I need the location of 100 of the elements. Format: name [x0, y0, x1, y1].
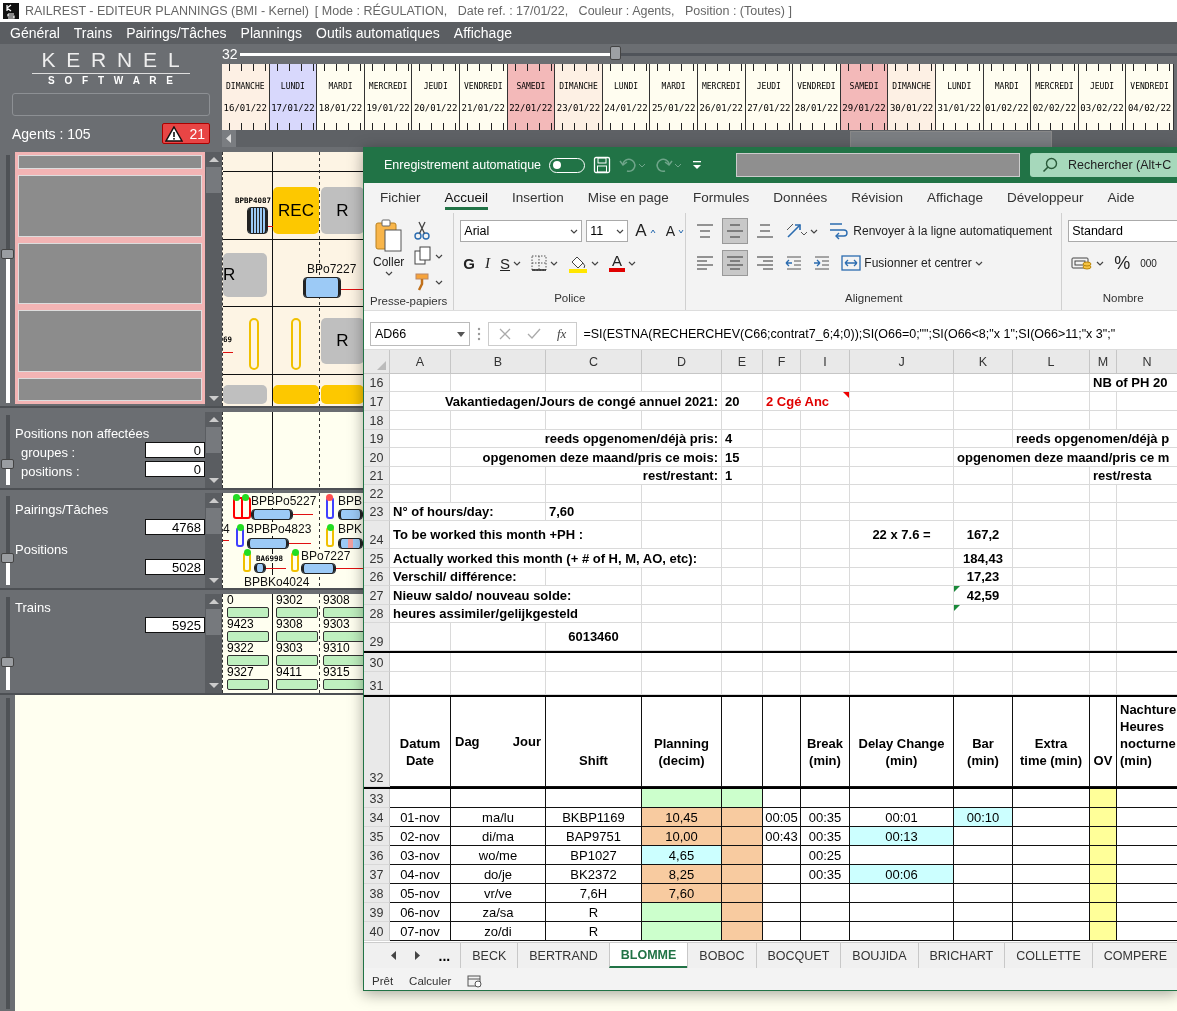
- column-header[interactable]: A: [390, 350, 451, 374]
- ribbon-tab[interactable]: Données: [761, 183, 840, 213]
- day-header[interactable]: VENDREDI 28/01/22: [793, 64, 841, 130]
- number-field[interactable]: 4768: [145, 519, 205, 535]
- row-number[interactable]: 39: [364, 903, 390, 922]
- sheet-tab[interactable]: BLOMME: [608, 943, 688, 968]
- ribbon-tab[interactable]: Fichier: [368, 183, 433, 213]
- number-field[interactable]: 5028: [145, 559, 205, 575]
- row-number[interactable]: 34: [364, 808, 390, 827]
- row-number[interactable]: 17: [364, 392, 390, 411]
- ribbon-tab[interactable]: Accueil: [432, 183, 501, 213]
- font-color-button[interactable]: A: [606, 250, 640, 276]
- name-box[interactable]: AD66: [370, 322, 470, 346]
- column-header[interactable]: J: [850, 350, 954, 374]
- formula-text[interactable]: =SI(ESTNA(RECHERCHEV(C66;contrat7_6;4;0));SI(O66=0;"";SI(O66<8;"x 1";SI(O66>11;"x 3";": [583, 327, 1116, 341]
- bold-button[interactable]: G: [460, 250, 478, 276]
- row-number[interactable]: 24: [364, 521, 390, 549]
- day-header[interactable]: MERCREDI 02/02/22: [1031, 64, 1079, 130]
- shift-block[interactable]: REC: [273, 187, 319, 234]
- font-field[interactable]: Arial: [460, 220, 583, 242]
- ribbon-tab[interactable]: Aide: [1095, 183, 1147, 213]
- wrap-text-button[interactable]: Renvoyer à la ligne automatiquement: [825, 218, 1056, 244]
- alert-button[interactable]: 21: [162, 123, 210, 144]
- row-number[interactable]: 32: [364, 697, 390, 787]
- day-header[interactable]: JEUDI 03/02/22: [1078, 64, 1127, 130]
- underline-button[interactable]: S: [497, 250, 525, 276]
- row-number[interactable]: 19: [364, 430, 390, 448]
- number-field[interactable]: 5925: [145, 617, 205, 633]
- menu-item[interactable]: Affichage: [446, 25, 519, 41]
- number-field[interactable]: 0: [145, 442, 205, 458]
- ribbon-tab[interactable]: Formules: [680, 183, 762, 213]
- row-number[interactable]: 27: [364, 586, 390, 605]
- ribbon-tab[interactable]: Affichage: [915, 183, 996, 213]
- row-number[interactable]: 16: [364, 374, 390, 392]
- row-number[interactable]: 25: [364, 549, 390, 568]
- day-header[interactable]: JEUDI 20/01/22: [412, 64, 460, 130]
- day-header[interactable]: LUNDI 31/01/22: [935, 64, 984, 130]
- column-header[interactable]: K: [954, 350, 1013, 374]
- rest-block[interactable]: R: [321, 318, 364, 364]
- day-header[interactable]: MERCREDI 26/01/22: [697, 64, 746, 130]
- more-sheets-button[interactable]: ...: [428, 943, 461, 968]
- search-field[interactable]: Rechercher (Alt+C: [1030, 153, 1177, 177]
- italic-button[interactable]: I: [482, 250, 493, 276]
- ribbon-tab[interactable]: Mise en page: [575, 183, 681, 213]
- merge-center-button[interactable]: Fusionner et centrer: [838, 250, 986, 276]
- menu-item[interactable]: Général: [3, 25, 67, 41]
- number-format-field[interactable]: Standard: [1068, 220, 1177, 242]
- column-header[interactable]: N: [1117, 350, 1177, 374]
- row-number[interactable]: 31: [364, 672, 390, 695]
- day-header[interactable]: DIMANCHE 16/01/22: [222, 64, 270, 130]
- row-number[interactable]: 26: [364, 568, 390, 586]
- day-header[interactable]: MERCREDI 19/01/22: [364, 64, 413, 130]
- column-header[interactable]: B: [451, 350, 546, 374]
- day-header[interactable]: LUNDI 17/01/22: [269, 64, 318, 130]
- column-header[interactable]: I: [801, 350, 850, 374]
- ribbon-tab[interactable]: Développeur: [995, 183, 1096, 213]
- rest-block[interactable]: R: [223, 253, 267, 297]
- column-header[interactable]: L: [1013, 350, 1090, 374]
- row-number[interactable]: 35: [364, 827, 390, 846]
- row-number[interactable]: 28: [364, 605, 390, 623]
- row-number[interactable]: 33: [364, 789, 390, 808]
- shrink-font-button[interactable]: A: [662, 218, 688, 244]
- number-field[interactable]: 0: [145, 461, 205, 477]
- column-header[interactable]: M: [1090, 350, 1117, 374]
- day-header[interactable]: DIMANCHE 23/01/22: [555, 64, 603, 130]
- menu-item[interactable]: Plannings: [233, 25, 310, 41]
- insert-function-button[interactable]: fx: [557, 326, 567, 342]
- day-header[interactable]: SAMEDI 22/01/22: [507, 64, 556, 130]
- row-number[interactable]: 36: [364, 846, 390, 865]
- rest-block[interactable]: R: [321, 187, 364, 234]
- row-number[interactable]: 29: [364, 623, 390, 651]
- column-header[interactable]: F: [763, 350, 801, 374]
- row-number[interactable]: 37: [364, 865, 390, 884]
- day-header[interactable]: MARDI 25/01/22: [650, 64, 698, 130]
- ribbon-tab[interactable]: Insertion: [500, 183, 576, 213]
- grow-font-button[interactable]: A: [632, 218, 659, 244]
- menu-item[interactable]: Trains: [66, 25, 120, 41]
- row-number[interactable]: 38: [364, 884, 390, 903]
- day-header[interactable]: MARDI 01/02/22: [983, 64, 1032, 130]
- day-header[interactable]: VENDREDI 04/02/22: [1126, 64, 1174, 130]
- row-number[interactable]: 40: [364, 922, 390, 941]
- day-header[interactable]: JEUDI 27/01/22: [745, 64, 794, 130]
- row-number[interactable]: 20: [364, 448, 390, 467]
- ribbon-tab[interactable]: Révision: [839, 183, 915, 213]
- row-number[interactable]: 18: [364, 411, 390, 430]
- menu-item[interactable]: Outils automatiques: [309, 25, 447, 41]
- day-header[interactable]: MARDI 18/01/22: [317, 64, 365, 130]
- column-header[interactable]: C: [546, 350, 642, 374]
- menu-item[interactable]: Pairings/Tâches: [119, 25, 234, 41]
- day-header[interactable]: SAMEDI 29/01/22: [840, 64, 889, 130]
- row-number[interactable]: 22: [364, 485, 390, 503]
- column-header[interactable]: E: [722, 350, 763, 374]
- percent-button[interactable]: %: [1111, 250, 1134, 276]
- font-size-field[interactable]: 11: [586, 220, 629, 242]
- column-header[interactable]: D: [642, 350, 722, 374]
- row-number[interactable]: 23: [364, 503, 390, 521]
- row-number[interactable]: 21: [364, 467, 390, 485]
- paste-button[interactable]: Coller: [370, 217, 408, 278]
- day-header[interactable]: LUNDI 24/01/22: [602, 64, 651, 130]
- day-header[interactable]: VENDREDI 21/01/22: [459, 64, 508, 130]
